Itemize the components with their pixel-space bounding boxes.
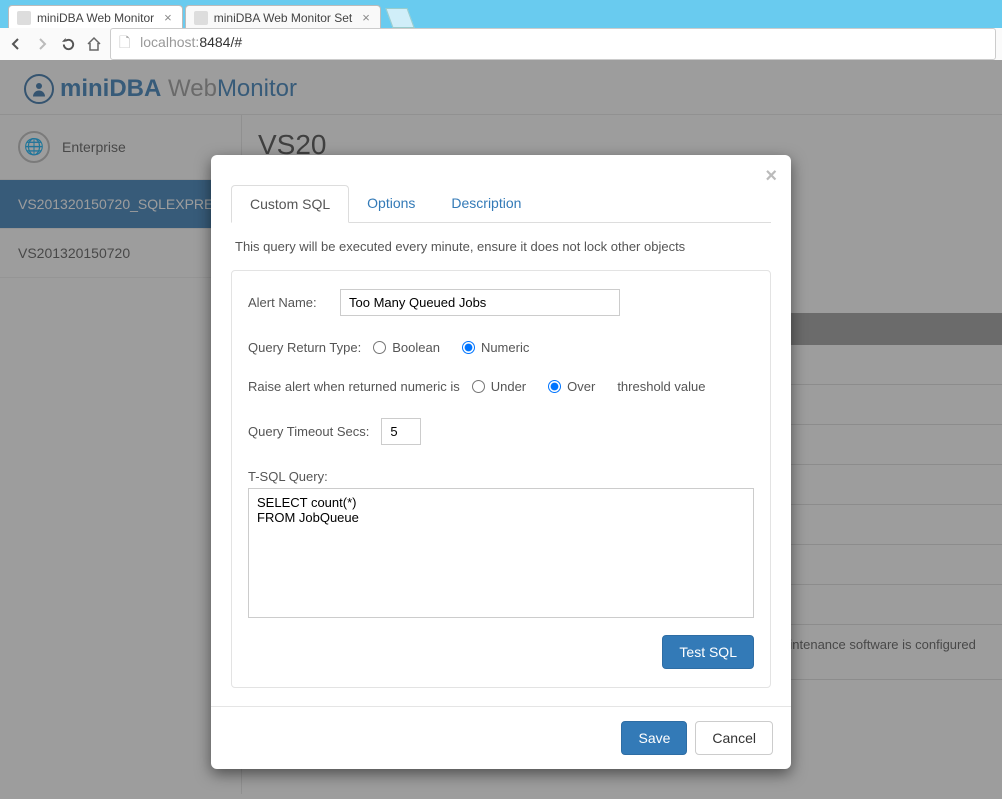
cancel-button[interactable]: Cancel: [695, 721, 773, 755]
tab-options[interactable]: Options: [349, 185, 433, 222]
save-button[interactable]: Save: [621, 721, 687, 755]
radio-boolean[interactable]: [373, 341, 386, 354]
back-button[interactable]: [6, 34, 26, 54]
row-return-type: Query Return Type: Boolean Numeric: [248, 340, 754, 355]
url-path: 8484/#: [199, 34, 242, 50]
close-icon[interactable]: ×: [164, 10, 172, 25]
url-host: localhost:: [140, 34, 199, 50]
tab-title: miniDBA Web Monitor: [37, 11, 154, 25]
browser-tab-1[interactable]: miniDBA Web Monitor Set ×: [185, 5, 381, 28]
label-under: Under: [491, 379, 526, 394]
row-tsql: T-SQL Query:: [248, 469, 754, 621]
row-raise-when: Raise alert when returned numeric is Und…: [248, 379, 754, 394]
tsql-textarea[interactable]: [248, 488, 754, 618]
browser-toolbar: 🗋 localhost:8484/#: [0, 28, 1002, 60]
modal-tabs: Custom SQL Options Description: [231, 185, 771, 223]
label-over: Over: [567, 379, 595, 394]
close-icon[interactable]: ×: [765, 165, 777, 188]
radio-under[interactable]: [472, 380, 485, 393]
label-raise-when: Raise alert when returned numeric is: [248, 379, 460, 394]
timeout-input[interactable]: [381, 418, 421, 445]
row-timeout: Query Timeout Secs:: [248, 418, 754, 445]
forward-button[interactable]: [32, 34, 52, 54]
tab-description[interactable]: Description: [433, 185, 539, 222]
favicon: [194, 11, 208, 25]
new-tab-button[interactable]: [385, 8, 414, 28]
custom-sql-modal: × Custom SQL Options Description This qu…: [211, 155, 791, 769]
label-threshold-suffix: threshold value: [617, 379, 705, 394]
label-alert-name: Alert Name:: [248, 295, 328, 310]
reload-button[interactable]: [58, 34, 78, 54]
close-icon[interactable]: ×: [362, 10, 370, 25]
file-icon: 🗋: [119, 34, 130, 50]
alert-name-input[interactable]: [340, 289, 620, 316]
label-timeout: Query Timeout Secs:: [248, 424, 369, 439]
browser-tab-strip: miniDBA Web Monitor × miniDBA Web Monito…: [0, 0, 1002, 28]
modal-footer: Save Cancel: [211, 706, 791, 769]
radio-over[interactable]: [548, 380, 561, 393]
test-sql-button[interactable]: Test SQL: [662, 635, 754, 669]
favicon: [17, 11, 31, 25]
tab-title: miniDBA Web Monitor Set: [214, 11, 353, 25]
form-panel: Alert Name: Query Return Type: Boolean N…: [231, 270, 771, 688]
label-boolean: Boolean: [392, 340, 440, 355]
radio-numeric[interactable]: [462, 341, 475, 354]
browser-chrome: miniDBA Web Monitor × miniDBA Web Monito…: [0, 0, 1002, 60]
label-return-type: Query Return Type:: [248, 340, 361, 355]
home-button[interactable]: [84, 34, 104, 54]
browser-tab-0[interactable]: miniDBA Web Monitor ×: [8, 5, 183, 28]
row-alert-name: Alert Name:: [248, 289, 754, 316]
tab-custom-sql[interactable]: Custom SQL: [231, 185, 349, 223]
page: miniDBA WebMonitor 🌐 Enterprise VS201320…: [0, 60, 1002, 799]
label-tsql: T-SQL Query:: [248, 469, 754, 484]
hint-text: This query will be executed every minute…: [231, 239, 771, 254]
label-numeric: Numeric: [481, 340, 529, 355]
address-bar[interactable]: 🗋 localhost:8484/#: [110, 28, 996, 60]
